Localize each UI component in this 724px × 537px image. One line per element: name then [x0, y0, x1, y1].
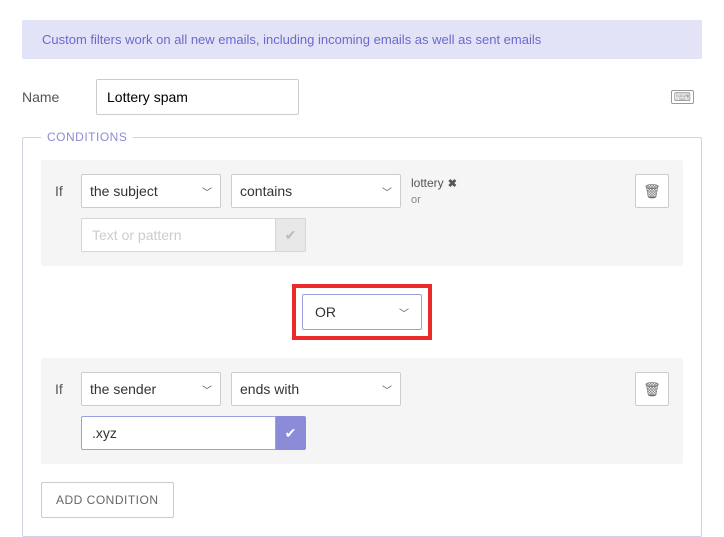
field-select-value: the subject: [90, 183, 158, 199]
pattern-input[interactable]: [81, 416, 276, 450]
check-icon: ✔: [285, 227, 297, 244]
if-label: If: [55, 381, 71, 397]
value-tag[interactable]: lottery ✖: [411, 176, 457, 190]
condition-block: If the subject ﹀ contains ﹀ lottery ✖: [41, 160, 683, 266]
operator-select-value: contains: [240, 183, 292, 199]
combinator-highlight: OR ﹀: [292, 284, 432, 340]
field-select[interactable]: the subject ﹀: [81, 174, 221, 208]
confirm-pattern-button[interactable]: ✔: [276, 416, 306, 450]
confirm-pattern-button[interactable]: ✔: [276, 218, 306, 252]
chevron-down-icon: ﹀: [382, 184, 392, 199]
operator-select[interactable]: ends with ﹀: [231, 372, 401, 406]
tag-text: lottery: [411, 176, 444, 190]
field-select[interactable]: the sender ﹀: [81, 372, 221, 406]
delete-condition-button[interactable]: 🗑: [635, 372, 669, 406]
check-icon: ✔: [285, 425, 297, 442]
if-label: If: [55, 183, 71, 199]
field-select-value: the sender: [90, 381, 156, 397]
close-icon[interactable]: ✖: [448, 177, 457, 190]
trash-icon: 🗑: [643, 381, 661, 398]
chevron-down-icon: ﹀: [382, 382, 392, 397]
conditions-fieldset: CONDITIONS If the subject ﹀ contains ﹀: [22, 137, 702, 537]
operator-select[interactable]: contains ﹀: [231, 174, 401, 208]
tag-combinator: or: [411, 194, 421, 206]
name-label: Name: [22, 89, 82, 105]
pattern-input[interactable]: [81, 218, 276, 252]
condition-block: If the sender ﹀ ends with ﹀ 🗑: [41, 358, 683, 464]
delete-condition-button[interactable]: 🗑: [635, 174, 669, 208]
combinator-value: OR: [315, 304, 336, 320]
filter-name-input[interactable]: [96, 79, 299, 115]
chevron-down-icon: ﹀: [202, 382, 212, 397]
chevron-down-icon: ﹀: [202, 184, 212, 199]
chevron-down-icon: ﹀: [399, 305, 409, 320]
info-banner: Custom filters work on all new emails, i…: [22, 20, 702, 59]
conditions-legend: CONDITIONS: [41, 130, 133, 144]
combinator-select[interactable]: OR ﹀: [302, 294, 422, 330]
trash-icon: 🗑: [643, 183, 661, 200]
add-condition-button[interactable]: ADD CONDITION: [41, 482, 174, 518]
keyboard-icon: ⌨: [671, 90, 694, 104]
operator-select-value: ends with: [240, 381, 299, 397]
